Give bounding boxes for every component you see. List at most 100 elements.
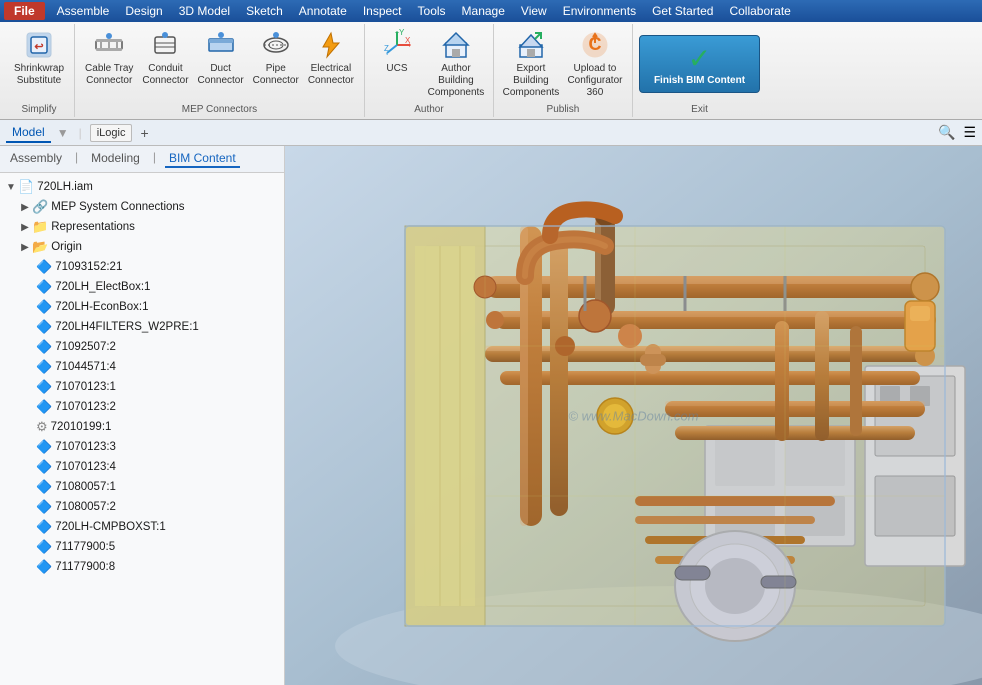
- finish-bim-content-label: Finish BIM Content: [654, 75, 745, 86]
- author-building-icon: [440, 29, 472, 61]
- tree-item-720lh-iam[interactable]: ▼ 📄 720LH.iam: [0, 177, 284, 197]
- menu-annotate[interactable]: Annotate: [291, 2, 355, 20]
- menu-collaborate[interactable]: Collaborate: [721, 2, 798, 20]
- electrical-connector-button[interactable]: ElectricalConnector: [304, 26, 358, 90]
- tree-item-71070123-3[interactable]: 🔷 71070123:3: [0, 437, 284, 457]
- tree-item-electbox[interactable]: 🔷 720LH_ElectBox:1: [0, 277, 284, 297]
- sidebar-menu-button[interactable]: ☰: [963, 124, 976, 141]
- sidebar-tabs: Assembly | Modeling | BIM Content: [0, 146, 284, 173]
- tree-item-label: 720LH4FILTERS_W2PRE:1: [55, 321, 199, 333]
- menu-environments[interactable]: Environments: [555, 2, 644, 20]
- tree-item-econbox[interactable]: 🔷 720LH-EconBox:1: [0, 297, 284, 317]
- menu-tools[interactable]: Tools: [410, 2, 454, 20]
- menu-sketch[interactable]: Sketch: [238, 2, 291, 20]
- tree-item-71070123-1[interactable]: 🔷 71070123:1: [0, 377, 284, 397]
- tree-item-label: 71093152:21: [55, 261, 122, 273]
- tree-item-71093152[interactable]: 🔷 71093152:21: [0, 257, 284, 277]
- tree-item-71070123-4[interactable]: 🔷 71070123:4: [0, 457, 284, 477]
- tree-item-label: 71177900:8: [55, 561, 115, 573]
- exit-group-label: Exit: [691, 102, 708, 115]
- file-menu-button[interactable]: File: [4, 2, 45, 20]
- component-icon: 🔷: [36, 459, 52, 475]
- tree-item-label: 720LH_ElectBox:1: [55, 281, 150, 293]
- duct-connector-label: DuctConnector: [198, 63, 244, 87]
- tree-item-71177900-8[interactable]: 🔷 71177900:8: [0, 557, 284, 577]
- tree-item-label: 72010199:1: [51, 421, 112, 433]
- upload-configurator-button[interactable]: C Upload toConfigurator 360: [564, 26, 626, 102]
- component-icon: 🔷: [36, 279, 52, 295]
- svg-text:Z: Z: [384, 44, 389, 53]
- tree-item-label: 71070123:1: [55, 381, 116, 393]
- tree-item-71080057-2[interactable]: 🔷 71080057:2: [0, 497, 284, 517]
- expand-icon: ▶: [18, 242, 32, 253]
- menu-design[interactable]: Design: [117, 2, 170, 20]
- export-building-label: Export BuildingComponents: [503, 63, 560, 99]
- origin-icon: 📂: [32, 239, 48, 255]
- tree-item-71080057-1[interactable]: 🔷 71080057:1: [0, 477, 284, 497]
- shrinkwrap-icon: ↩: [23, 29, 55, 61]
- model-tab[interactable]: Model: [6, 123, 51, 143]
- cable-tray-connector-button[interactable]: Cable TrayConnector: [81, 26, 137, 90]
- tree-item-71177900-5[interactable]: 🔷 71177900:5: [0, 537, 284, 557]
- tab-separator: ▼: [57, 126, 69, 140]
- mep-icon: 🔗: [32, 199, 48, 215]
- tree-item-label: 71070123:4: [55, 461, 116, 473]
- tree-item-72010199[interactable]: ⚙ 72010199:1: [0, 417, 284, 437]
- tree-item-71092507[interactable]: 🔷 71092507:2: [0, 337, 284, 357]
- expand-icon: ▶: [18, 202, 32, 213]
- modeling-tab[interactable]: Modeling: [87, 150, 144, 168]
- menu-get-started[interactable]: Get Started: [644, 2, 721, 20]
- sidebar-tab-sep1: |: [75, 150, 78, 168]
- tree-item-label: 71177900:5: [55, 541, 115, 553]
- menu-assemble[interactable]: Assemble: [49, 2, 118, 20]
- svg-text:Y: Y: [399, 29, 405, 37]
- author-building-components-button[interactable]: Author BuildingComponents: [425, 26, 487, 102]
- bim-content-tab[interactable]: BIM Content: [165, 150, 240, 168]
- tree-item-filters[interactable]: 🔷 720LH4FILTERS_W2PRE:1: [0, 317, 284, 337]
- model-tab-area: Model ▼: [6, 123, 71, 143]
- shrinkwrap-substitute-button[interactable]: ↩ ShrinkwrapSubstitute: [10, 26, 68, 90]
- tree-item-71070123-2[interactable]: 🔷 71070123:2: [0, 397, 284, 417]
- file-icon: 📄: [18, 179, 34, 195]
- menu-bar: File Assemble Design 3D Model Sketch Ann…: [0, 0, 982, 22]
- tree-item-cmpboxst[interactable]: 🔷 720LH-CMPBOXST:1: [0, 517, 284, 537]
- component-icon: 🔷: [36, 559, 52, 575]
- tree-item-mep[interactable]: ▶ 🔗 MEP System Connections: [0, 197, 284, 217]
- assembly-tab[interactable]: Assembly: [6, 150, 66, 168]
- shrinkwrap-substitute-label: ShrinkwrapSubstitute: [14, 63, 64, 87]
- search-button[interactable]: 🔍: [938, 124, 955, 141]
- viewport[interactable]: © www.MacDown.com: [285, 146, 982, 685]
- menu-3dmodel[interactable]: 3D Model: [171, 2, 238, 20]
- ucs-button[interactable]: X Y Z UCS: [371, 26, 423, 78]
- tree-item-label: 720LH.iam: [37, 181, 93, 193]
- tree-item-label: 71080057:1: [55, 481, 116, 493]
- component-icon: 🔷: [36, 359, 52, 375]
- mep-connectors-group-label: MEP Connectors: [182, 102, 257, 115]
- export-building-components-button[interactable]: Export BuildingComponents: [500, 26, 562, 102]
- component-icon: 🔷: [36, 259, 52, 275]
- menu-inspect[interactable]: Inspect: [355, 2, 410, 20]
- pipe-connector-button[interactable]: PipeConnector: [249, 26, 303, 90]
- tree-item-origin[interactable]: ▶ 📂 Origin: [0, 237, 284, 257]
- conduit-connector-button[interactable]: ConduitConnector: [138, 26, 192, 90]
- ribbon: ↩ ShrinkwrapSubstitute Simplify: [0, 22, 982, 120]
- duct-connector-button[interactable]: DuctConnector: [194, 26, 248, 90]
- pipe-connector-label: PipeConnector: [253, 63, 299, 87]
- conduit-connector-label: ConduitConnector: [142, 63, 188, 87]
- tree-item-label: 71070123:2: [55, 401, 116, 413]
- tree-item-label: 71080057:2: [55, 501, 116, 513]
- component-icon: 🔷: [36, 539, 52, 555]
- add-tab-button[interactable]: +: [140, 125, 148, 141]
- menu-manage[interactable]: Manage: [454, 2, 513, 20]
- component-icon: 🔷: [36, 319, 52, 335]
- component-icon: 🔷: [36, 439, 52, 455]
- finish-bim-content-button[interactable]: ✓ Finish BIM Content: [639, 35, 760, 93]
- electrical-connector-label: ElectricalConnector: [308, 63, 354, 87]
- tree-item-71044571[interactable]: 🔷 71044571:4: [0, 357, 284, 377]
- tree-item-representations[interactable]: ▶ 📁 Representations: [0, 217, 284, 237]
- expand-icon: ▼: [4, 182, 18, 193]
- ilogic-button[interactable]: iLogic: [90, 124, 133, 142]
- svg-text:X: X: [405, 36, 411, 45]
- ucs-icon: X Y Z: [381, 29, 413, 61]
- menu-view[interactable]: View: [513, 2, 555, 20]
